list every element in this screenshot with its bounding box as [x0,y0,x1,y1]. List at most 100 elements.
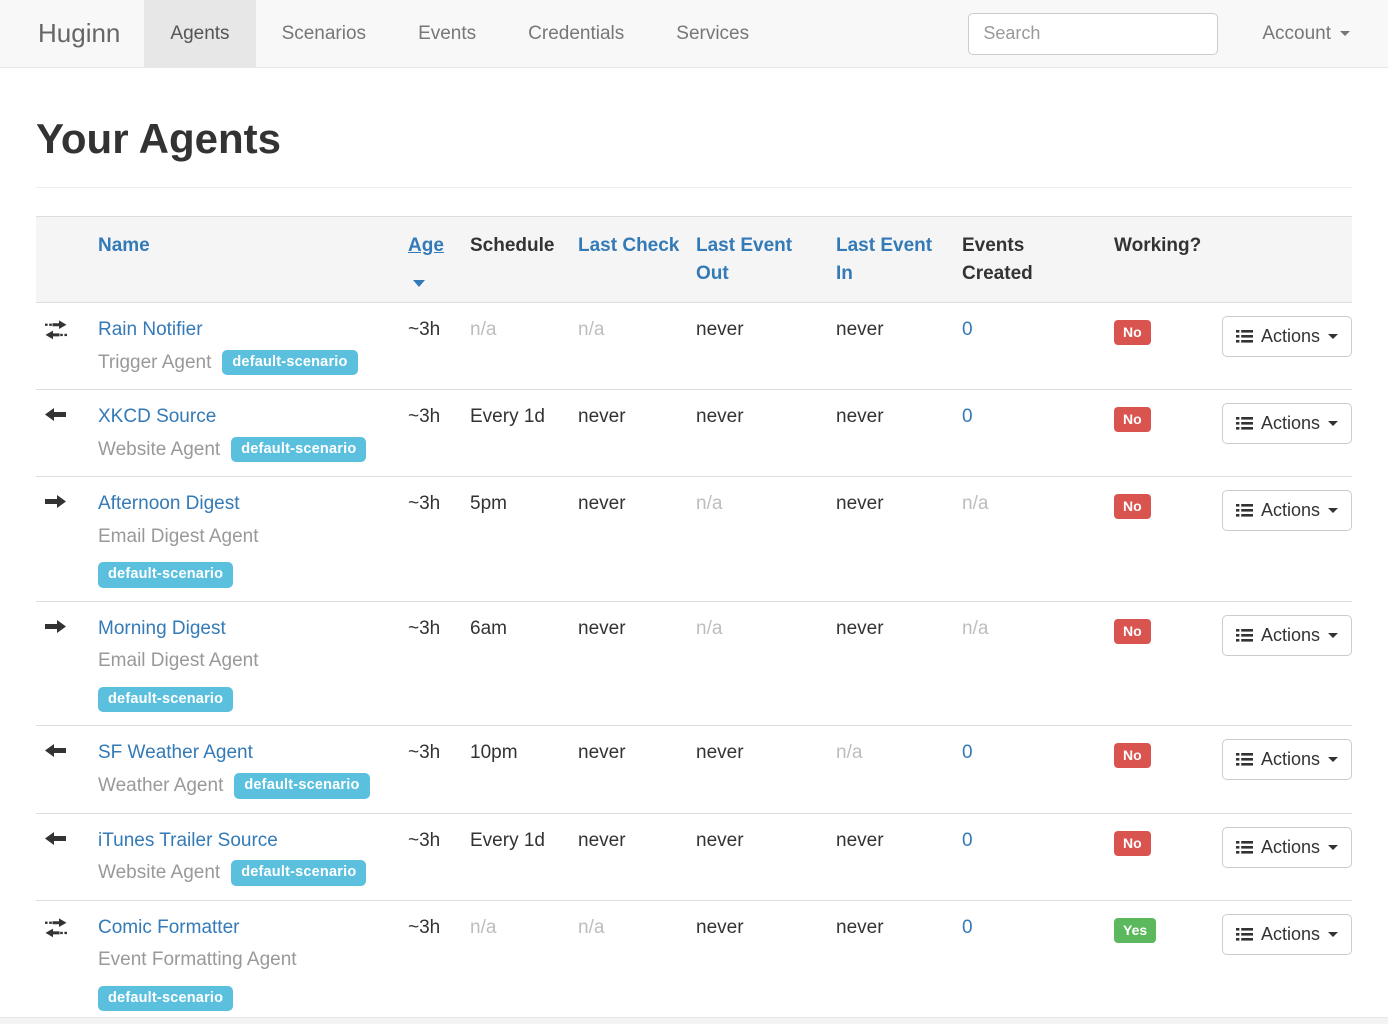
events-created-link[interactable]: 0 [962,406,973,427]
agent-name-link[interactable]: Afternoon Digest [98,493,240,514]
events-created-link[interactable]: 0 [962,319,973,340]
caret-down-icon [1328,334,1338,339]
agent-name-link[interactable]: Comic Formatter [98,917,239,938]
agent-name-link[interactable]: Rain Notifier [98,319,203,340]
search-input[interactable] [968,13,1218,55]
badge-line: default-scenario [98,559,392,588]
last-event-in-value: never [836,917,884,938]
actions-button-label: Actions [1261,749,1320,770]
table-row: Morning Digest Email Digest Agent default-… [36,601,1352,726]
age-value: ~3h [408,406,440,427]
actions-button[interactable]: Actions [1222,490,1352,531]
nav-item-credentials[interactable]: Credentials [502,0,650,67]
agent-type-label: Email Digest Agent [98,647,259,675]
age-value: ~3h [408,493,440,514]
age-value: ~3h [408,742,440,763]
scenario-badge[interactable]: default-scenario [98,986,233,1012]
events-created-link[interactable]: 0 [962,742,973,763]
arrow-right-icon [45,619,82,634]
actions-button[interactable]: Actions [1222,316,1352,357]
col-header-events_created: Events Created [954,217,1106,303]
schedule-value: Every 1d [470,406,545,427]
events-created-link[interactable]: 0 [962,917,973,938]
scenario-badge[interactable]: default-scenario [234,773,369,799]
age-value: ~3h [408,319,440,340]
agent-type-label: Trigger Agent [98,349,211,377]
agent-name-link[interactable]: XKCD Source [98,406,216,427]
agent-subline: Email Digest Agent [98,523,392,551]
age-value: ~3h [408,917,440,938]
last-event-out-value: never [696,830,744,851]
last-check-value: n/a [578,917,604,938]
agent-name-link[interactable]: SF Weather Agent [98,742,253,763]
col-header-last_event_in[interactable]: Last Event In [828,217,954,303]
navbar-right: Account [968,0,1388,67]
agent-type-label: Website Agent [98,859,220,887]
caret-down-icon [1328,508,1338,513]
account-menu[interactable]: Account [1262,23,1350,45]
badge-line: default-scenario [98,684,392,713]
list-icon [1236,628,1253,643]
table-row: Afternoon Digest Email Digest Agent defaul… [36,477,1352,602]
table-header-row: NameAgeScheduleLast CheckLast Event OutL… [36,217,1352,303]
last-event-out-value: never [696,406,744,427]
age-value: ~3h [408,830,440,851]
working-status-badge: No [1114,743,1151,768]
actions-button-label: Actions [1261,413,1320,434]
schedule-value: n/a [470,319,496,340]
brand-logo[interactable]: Huginn [0,0,144,67]
scenario-badge[interactable]: default-scenario [98,562,233,588]
scenario-badge[interactable]: default-scenario [98,687,233,713]
working-status-badge: No [1114,320,1151,345]
table-row: SF Weather Agent Weather Agentdefault-sce… [36,726,1352,813]
primary-nav: AgentsScenariosEventsCredentialsServices [144,0,775,67]
col-header-last_event_out[interactable]: Last Event Out [688,217,828,303]
events-created-link[interactable]: 0 [962,830,973,851]
last-event-in-value: never [836,406,884,427]
col-header-empty-icon [36,217,90,303]
actions-button[interactable]: Actions [1222,739,1352,780]
table-row: XKCD Source Website Agent default-scenario… [36,390,1352,477]
last-check-value: n/a [578,319,604,340]
agent-type-label: Website Agent [98,436,220,464]
col-header-schedule: Schedule [462,217,570,303]
caret-down-icon [1328,421,1338,426]
arrow-left-icon [45,831,82,846]
actions-button[interactable]: Actions [1222,403,1352,444]
actions-button[interactable]: Actions [1222,827,1352,868]
col-header-last_check[interactable]: Last Check [570,217,688,303]
actions-button[interactable]: Actions [1222,914,1352,955]
nav-item-services[interactable]: Services [650,0,775,67]
nav-item-agents[interactable]: Agents [144,0,255,67]
bidirectional-arrows-icon [45,320,82,340]
working-status-badge: Yes [1114,918,1156,943]
scenario-badge[interactable]: default-scenario [231,437,366,463]
agent-subline: Event Formatting Agent [98,946,392,974]
schedule-value: 6am [470,618,507,639]
last-check-value: never [578,618,626,639]
actions-button-label: Actions [1261,837,1320,858]
sort-desc-caret-icon [413,280,425,287]
last-event-out-value: n/a [696,493,722,514]
last-event-out-value: never [696,319,744,340]
col-header-age[interactable]: Age [400,217,462,303]
age-value: ~3h [408,618,440,639]
caret-down-icon [1340,31,1350,36]
bidirectional-arrows-icon [45,918,82,938]
arrow-left-icon [45,407,82,422]
col-header-name[interactable]: Name [90,217,400,303]
list-icon [1236,416,1253,431]
last-event-in-value: never [836,618,884,639]
nav-item-events[interactable]: Events [392,0,502,67]
last-event-out-value: n/a [696,618,722,639]
agent-name-link[interactable]: Morning Digest [98,618,226,639]
actions-button[interactable]: Actions [1222,615,1352,656]
working-status-badge: No [1114,407,1151,432]
nav-item-scenarios[interactable]: Scenarios [256,0,393,67]
agent-subline: Weather Agentdefault-scenario [98,772,392,800]
footer-bar [0,1017,1388,1024]
agent-name-link[interactable]: iTunes Trailer Source [98,830,278,851]
col-header-working: Working? [1106,217,1214,303]
scenario-badge[interactable]: default-scenario [222,350,357,376]
scenario-badge[interactable]: default-scenario [231,860,366,886]
